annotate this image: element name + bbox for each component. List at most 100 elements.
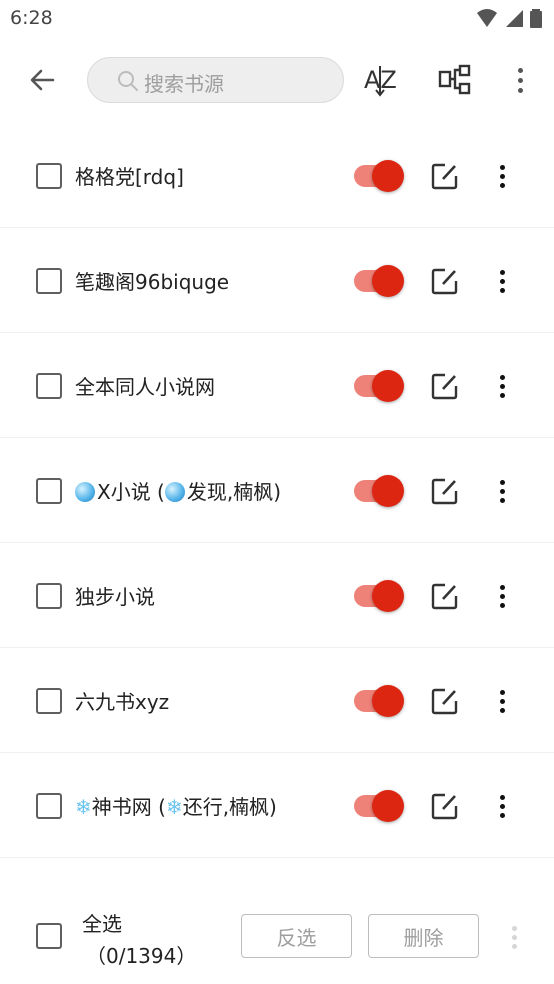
dot	[499, 278, 505, 284]
search-icon	[118, 71, 138, 91]
arrow-left-icon	[30, 69, 55, 91]
dot	[499, 383, 505, 389]
bottom-more-button[interactable]	[502, 920, 526, 954]
row-checkbox[interactable]	[36, 478, 62, 504]
select-all-label: 全选	[82, 912, 122, 936]
dot	[499, 593, 505, 599]
row-more-button[interactable]	[490, 474, 514, 508]
source-list: 格格党[rdq] 笔趣阁96biquge 全本同人小说网 X小说 (发现,楠枫)…	[0, 123, 554, 858]
list-item[interactable]: X小说 (发现,楠枫)	[0, 438, 554, 543]
list-item[interactable]: 笔趣阁96biquge	[0, 228, 554, 333]
edit-icon[interactable]	[431, 687, 459, 715]
dot	[499, 173, 505, 179]
row-checkbox[interactable]	[36, 268, 62, 294]
row-more-button[interactable]	[490, 369, 514, 403]
group-icon	[438, 64, 471, 95]
row-checkbox[interactable]	[36, 688, 62, 714]
wifi-icon	[477, 9, 497, 27]
edit-icon[interactable]	[431, 792, 459, 820]
dot	[511, 943, 517, 949]
dot	[499, 689, 505, 695]
signal-icon	[506, 10, 523, 27]
edit-icon[interactable]	[431, 267, 459, 295]
list-item[interactable]: 六九书xyz	[0, 648, 554, 753]
back-button[interactable]	[22, 60, 62, 100]
dot	[517, 87, 523, 93]
dot	[499, 392, 505, 398]
dot	[499, 182, 505, 188]
switch-thumb	[372, 160, 404, 192]
dot	[499, 707, 505, 713]
enable-switch[interactable]	[354, 160, 404, 192]
source-name: 独步小说	[75, 585, 155, 609]
status-time: 6:28	[10, 7, 53, 29]
source-name: 全本同人小说网	[75, 375, 215, 399]
enable-switch[interactable]	[354, 580, 404, 612]
invert-selection-button[interactable]: 反选	[241, 914, 352, 958]
dot	[517, 77, 523, 83]
switch-thumb	[372, 370, 404, 402]
select-all-checkbox[interactable]	[36, 923, 62, 949]
row-more-button[interactable]	[490, 159, 514, 193]
status-icons	[476, 8, 542, 28]
source-name-suffix: 还行,楠枫)	[182, 795, 277, 819]
sort-button[interactable]: AZ	[361, 58, 403, 102]
source-name: 笔趣阁96biquge	[75, 270, 230, 294]
switch-thumb	[372, 790, 404, 822]
edit-icon[interactable]	[431, 372, 459, 400]
dot	[499, 269, 505, 275]
row-checkbox[interactable]	[36, 163, 62, 189]
selection-count: （0/1394）	[86, 944, 197, 968]
source-name: 六九书xyz	[75, 690, 170, 714]
dot	[499, 497, 505, 503]
dot	[499, 812, 505, 818]
switch-thumb	[372, 580, 404, 612]
bottom-action-bar: 全选 （0/1394） 反选 删除	[0, 888, 554, 984]
search-placeholder: 搜索书源	[144, 72, 224, 96]
edit-icon[interactable]	[431, 162, 459, 190]
edit-icon[interactable]	[431, 582, 459, 610]
source-name: 神书网 (	[91, 795, 166, 819]
dot	[499, 584, 505, 590]
enable-switch[interactable]	[354, 265, 404, 297]
row-checkbox[interactable]	[36, 373, 62, 399]
source-name-wrapper: X小说 (发现,楠枫)	[75, 476, 281, 505]
list-item[interactable]: 格格党[rdq]	[0, 123, 554, 228]
dot	[499, 479, 505, 485]
enable-switch[interactable]	[354, 370, 404, 402]
sort-az-icon: AZ	[364, 66, 397, 97]
row-more-button[interactable]	[490, 579, 514, 613]
row-more-button[interactable]	[490, 684, 514, 718]
list-item[interactable]: 全本同人小说网	[0, 333, 554, 438]
row-more-button[interactable]	[490, 264, 514, 298]
crystal-ball-icon	[75, 482, 95, 502]
source-name-suffix: 发现,楠枫)	[186, 480, 282, 504]
dot	[499, 794, 505, 800]
dot	[517, 67, 523, 73]
dot	[511, 934, 517, 940]
search-input[interactable]: 搜索书源	[87, 57, 344, 103]
toolbar: 搜索书源 AZ	[0, 38, 554, 122]
enable-switch[interactable]	[354, 685, 404, 717]
dot	[499, 803, 505, 809]
list-item[interactable]: 独步小说	[0, 543, 554, 648]
edit-icon[interactable]	[431, 477, 459, 505]
dot	[499, 374, 505, 380]
dot	[499, 164, 505, 170]
crystal-ball-icon	[164, 482, 185, 502]
more-options-button[interactable]	[508, 60, 532, 100]
status-bar: 6:28	[0, 0, 554, 38]
switch-thumb	[372, 475, 404, 507]
dot	[499, 698, 505, 704]
row-checkbox[interactable]	[36, 793, 62, 819]
enable-switch[interactable]	[354, 475, 404, 507]
row-checkbox[interactable]	[36, 583, 62, 609]
dot	[499, 602, 505, 608]
snowflake-icon: ❄	[165, 795, 183, 819]
row-more-button[interactable]	[490, 789, 514, 823]
enable-switch[interactable]	[354, 790, 404, 822]
list-item[interactable]: ❄神书网 (❄还行,楠枫)	[0, 753, 554, 858]
group-button[interactable]	[436, 60, 476, 100]
dot	[499, 287, 505, 293]
delete-button[interactable]: 删除	[368, 914, 479, 958]
